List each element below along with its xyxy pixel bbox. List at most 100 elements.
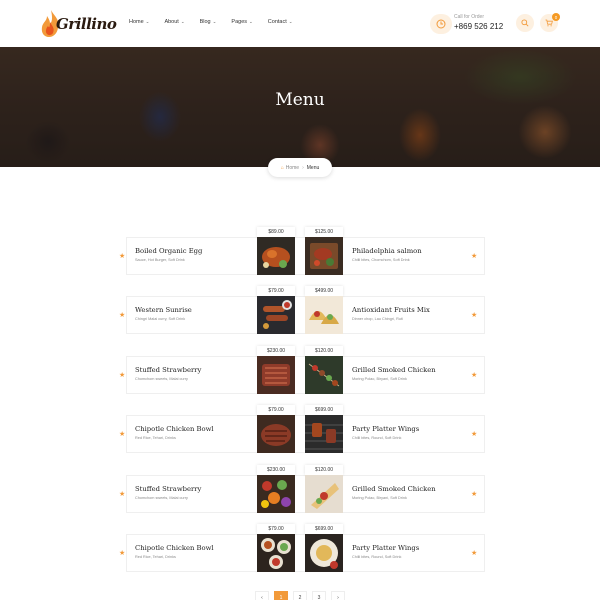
nav-pages[interactable]: Pages ⌄ <box>231 19 252 25</box>
menu-item-description: Sauce, Hot Burger, Soft Drink <box>135 258 185 262</box>
search-icon <box>521 19 529 27</box>
chevron-down-icon: ⌄ <box>288 19 293 24</box>
menu-item-description: Chomchom sweets, Malai curry <box>135 496 188 500</box>
menu-item-media: $120.00 <box>305 346 343 394</box>
breadcrumb-separator: › <box>302 164 304 171</box>
menu-item-photo[interactable] <box>257 237 295 275</box>
star-icon: ★ <box>119 491 126 498</box>
page-button-1[interactable]: 1 <box>274 591 288 600</box>
menu-item[interactable]: Party Platter Wings Chilli bites, Round, … <box>305 405 520 453</box>
nav-about-label: About <box>164 19 179 25</box>
menu-item[interactable]: Chipotle Chicken Bowl Red Rice, Tehari, D… <box>119 405 334 453</box>
nav-pages-label: Pages <box>231 19 248 25</box>
menu-item-name: Antioxidant Fruits Mix <box>352 306 430 314</box>
menu-item[interactable]: Stuffed Strawberry Chomchom sweets, Malai… <box>119 465 334 513</box>
cart-icon <box>545 19 553 27</box>
menu-item-photo[interactable] <box>257 475 295 513</box>
menu-item-description: Chilli bites, Chomchom, Soft Drink <box>352 258 410 262</box>
star-icon: ★ <box>471 550 478 557</box>
menu-item[interactable]: Chipotle Chicken Bowl Red Rice, Tehari, D… <box>119 524 334 572</box>
menu-item[interactable]: Grilled Smoked Chicken Moring Polao, Biry… <box>305 465 520 513</box>
prev-page-button[interactable]: ‹ <box>255 591 269 600</box>
menu-item-description: Moring Polao, Biryani, Soft Drink <box>352 496 407 500</box>
menu-item-photo[interactable] <box>305 356 343 394</box>
menu-item-photo[interactable] <box>305 237 343 275</box>
nav-home[interactable]: Home ⌄ <box>129 19 149 25</box>
menu-item-name: Grilled Smoked Chicken <box>352 485 436 493</box>
menu-item-price: $125.00 <box>305 227 343 237</box>
menu-item-media: $79.00 <box>257 405 295 453</box>
menu-item-name: Grilled Smoked Chicken <box>352 366 436 374</box>
menu-item-price: $79.00 <box>257 286 295 296</box>
menu-item-photo[interactable] <box>305 296 343 334</box>
menu-item-photo[interactable] <box>257 296 295 334</box>
page-button-2[interactable]: 2 <box>293 591 307 600</box>
menu-item[interactable]: Antioxidant Fruits Mix Dinner chop, Lau C… <box>305 286 520 334</box>
menu-item[interactable]: Boiled Organic Egg Sauce, Hot Burger, Sof… <box>119 227 334 275</box>
menu-item-price: $89.00 <box>257 227 295 237</box>
menu-item-description: Dinner chop, Lau Chingri, Ruti <box>352 317 403 321</box>
star-icon: ★ <box>471 491 478 498</box>
menu-item-media: $89.00 <box>257 227 295 275</box>
menu-item-price: $699.00 <box>305 405 343 415</box>
nav-contact[interactable]: Contact ⌄ <box>268 19 293 25</box>
breadcrumb-current: Menu <box>306 164 320 171</box>
menu-item[interactable]: Grilled Smoked Chicken Moring Polao, Biry… <box>305 346 520 394</box>
star-icon: ★ <box>119 431 126 438</box>
menu-item-name: Philadelphia salmon <box>352 247 422 255</box>
menu-item-photo[interactable] <box>305 415 343 453</box>
star-icon: ★ <box>471 431 478 438</box>
menu-item-price: $230.00 <box>257 346 295 356</box>
menu-item-media: $79.00 <box>257 286 295 334</box>
main-nav: Home ⌄ About ⌄ Blog ⌄ Pages ⌄ Contact ⌄ <box>129 19 308 25</box>
next-page-button[interactable]: › <box>331 591 345 600</box>
clock-icon <box>430 14 452 34</box>
menu-item-description: Chomchom sweets, Malai curry <box>135 377 188 381</box>
menu-item-price: $79.00 <box>257 405 295 415</box>
menu-item-description: Red Rice, Tehari, Drinks <box>135 555 176 559</box>
star-icon: ★ <box>119 312 126 319</box>
menu-item-photo[interactable] <box>257 356 295 394</box>
menu-item-name: Chipotle Chicken Bowl <box>135 544 214 552</box>
page-button-3[interactable]: 3 <box>312 591 326 600</box>
menu-item[interactable]: Stuffed Strawberry Chomchom sweets, Malai… <box>119 346 334 394</box>
nav-blog[interactable]: Blog ⌄ <box>200 19 217 25</box>
breadcrumb-home[interactable]: Home <box>286 165 299 171</box>
cart-count-badge: 0 <box>552 13 560 21</box>
search-button[interactable] <box>516 14 534 32</box>
menu-item-media: $699.00 <box>305 524 343 572</box>
menu-item-name: Chipotle Chicken Bowl <box>135 425 214 433</box>
breadcrumb: ⌂ Home › Menu <box>268 158 332 177</box>
menu-item-description: Chingri Malai curry, Soft Drink <box>135 317 186 321</box>
menu-item-photo[interactable] <box>257 534 295 572</box>
star-icon: ★ <box>119 372 126 379</box>
menu-item-media: $699.00 <box>305 405 343 453</box>
star-icon: ★ <box>471 372 478 379</box>
menu-item[interactable]: Western Sunrise Chingri Malai curry, Soft… <box>119 286 334 334</box>
chevron-down-icon: ⌄ <box>145 19 150 24</box>
order-phone[interactable]: +869 526 212 <box>454 22 503 31</box>
menu-item-price: $120.00 <box>305 346 343 356</box>
nav-about[interactable]: About ⌄ <box>164 19 184 25</box>
menu-item-media: $79.00 <box>257 524 295 572</box>
star-icon: ★ <box>119 550 126 557</box>
brand-name: Grillino <box>56 15 117 33</box>
menu-item-name: Party Platter Wings <box>352 544 420 552</box>
nav-blog-label: Blog <box>199 19 211 25</box>
menu-item-media: $125.00 <box>305 227 343 275</box>
menu-item-name: Stuffed Strawberry <box>135 485 202 493</box>
menu-item[interactable]: Party Platter Wings Chilli bites, Round, … <box>305 524 520 572</box>
menu-item-photo[interactable] <box>305 475 343 513</box>
chevron-down-icon: ⌄ <box>212 19 217 24</box>
order-label: Call for Order <box>454 14 485 20</box>
menu-item-media: $120.00 <box>305 465 343 513</box>
menu-item-media: $230.00 <box>257 465 295 513</box>
menu-item-photo[interactable] <box>257 415 295 453</box>
call-for-order[interactable]: Call for Order +869 526 212 <box>430 14 504 34</box>
home-icon: ⌂ <box>280 164 284 171</box>
chevron-down-icon: ⌄ <box>249 19 253 24</box>
menu-item-photo[interactable] <box>305 534 343 572</box>
brand-logo[interactable]: Grillino <box>40 9 117 39</box>
menu-item-price: $699.00 <box>305 524 343 534</box>
menu-item[interactable]: Philadelphia salmon Chilli bites, Chomcho… <box>305 227 520 275</box>
